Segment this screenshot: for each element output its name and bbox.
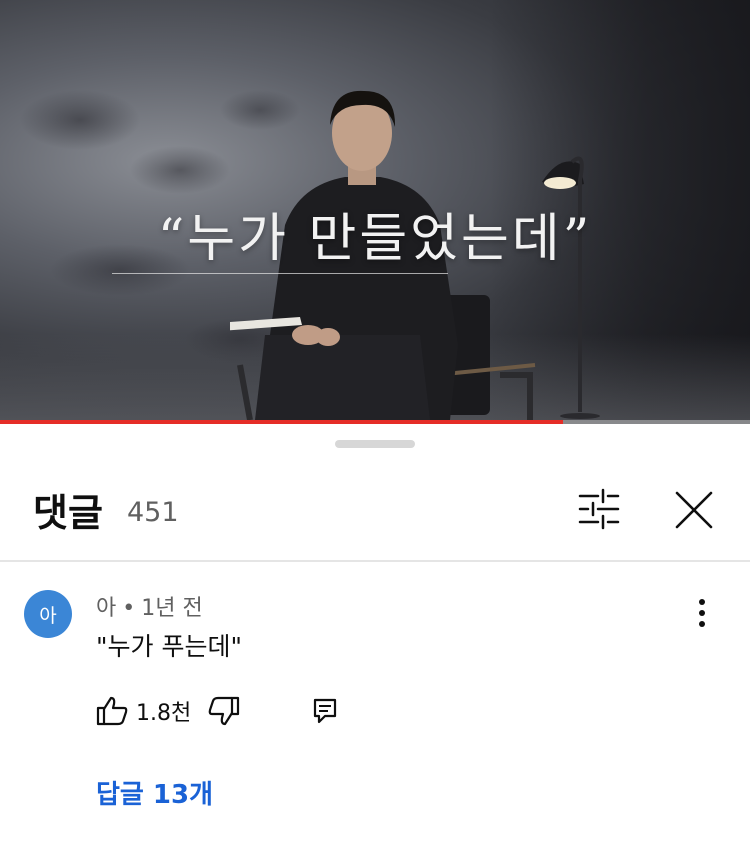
video-overlay-quote: “누가 만들었는데” [157,209,593,269]
sort-filter-button[interactable] [574,486,624,532]
comment-time: 1년 전 [141,596,203,621]
close-icon [675,491,713,529]
quote-underline [112,273,448,274]
comments-count: 451 [127,497,179,528]
comments-title: 댓글 [33,491,103,535]
header-divider [0,560,750,562]
like-count: 1.8천 [136,701,192,726]
video-player[interactable]: “누가 만들었는데” [0,0,750,424]
dislike-button[interactable] [208,696,240,726]
like-button[interactable] [96,696,128,726]
close-button[interactable] [670,486,718,534]
thumbs-down-icon [208,696,240,726]
more-vert-icon [699,599,705,627]
meta-separator: • [122,596,136,621]
comment-icon [313,698,337,724]
comment-meta: 아 • 1년 전 [96,590,203,622]
floor-lamp-image [542,156,600,419]
view-replies-link[interactable]: 답글 13개 [96,774,213,811]
comment-more-button[interactable] [690,594,714,634]
drag-handle[interactable] [335,440,415,448]
reply-button[interactable] [312,696,338,726]
thumbs-up-icon [96,696,128,726]
sliders-icon [578,488,620,530]
avatar[interactable]: 아 [24,590,72,638]
comment-author[interactable]: 아 [96,596,116,621]
comment-text: "누가 푸는데" [96,632,242,661]
comments-sheet: 댓글 451 아 아 • 1년 전 "누가 푸는데" 1.8천 답글 13개 [0,424,750,848]
